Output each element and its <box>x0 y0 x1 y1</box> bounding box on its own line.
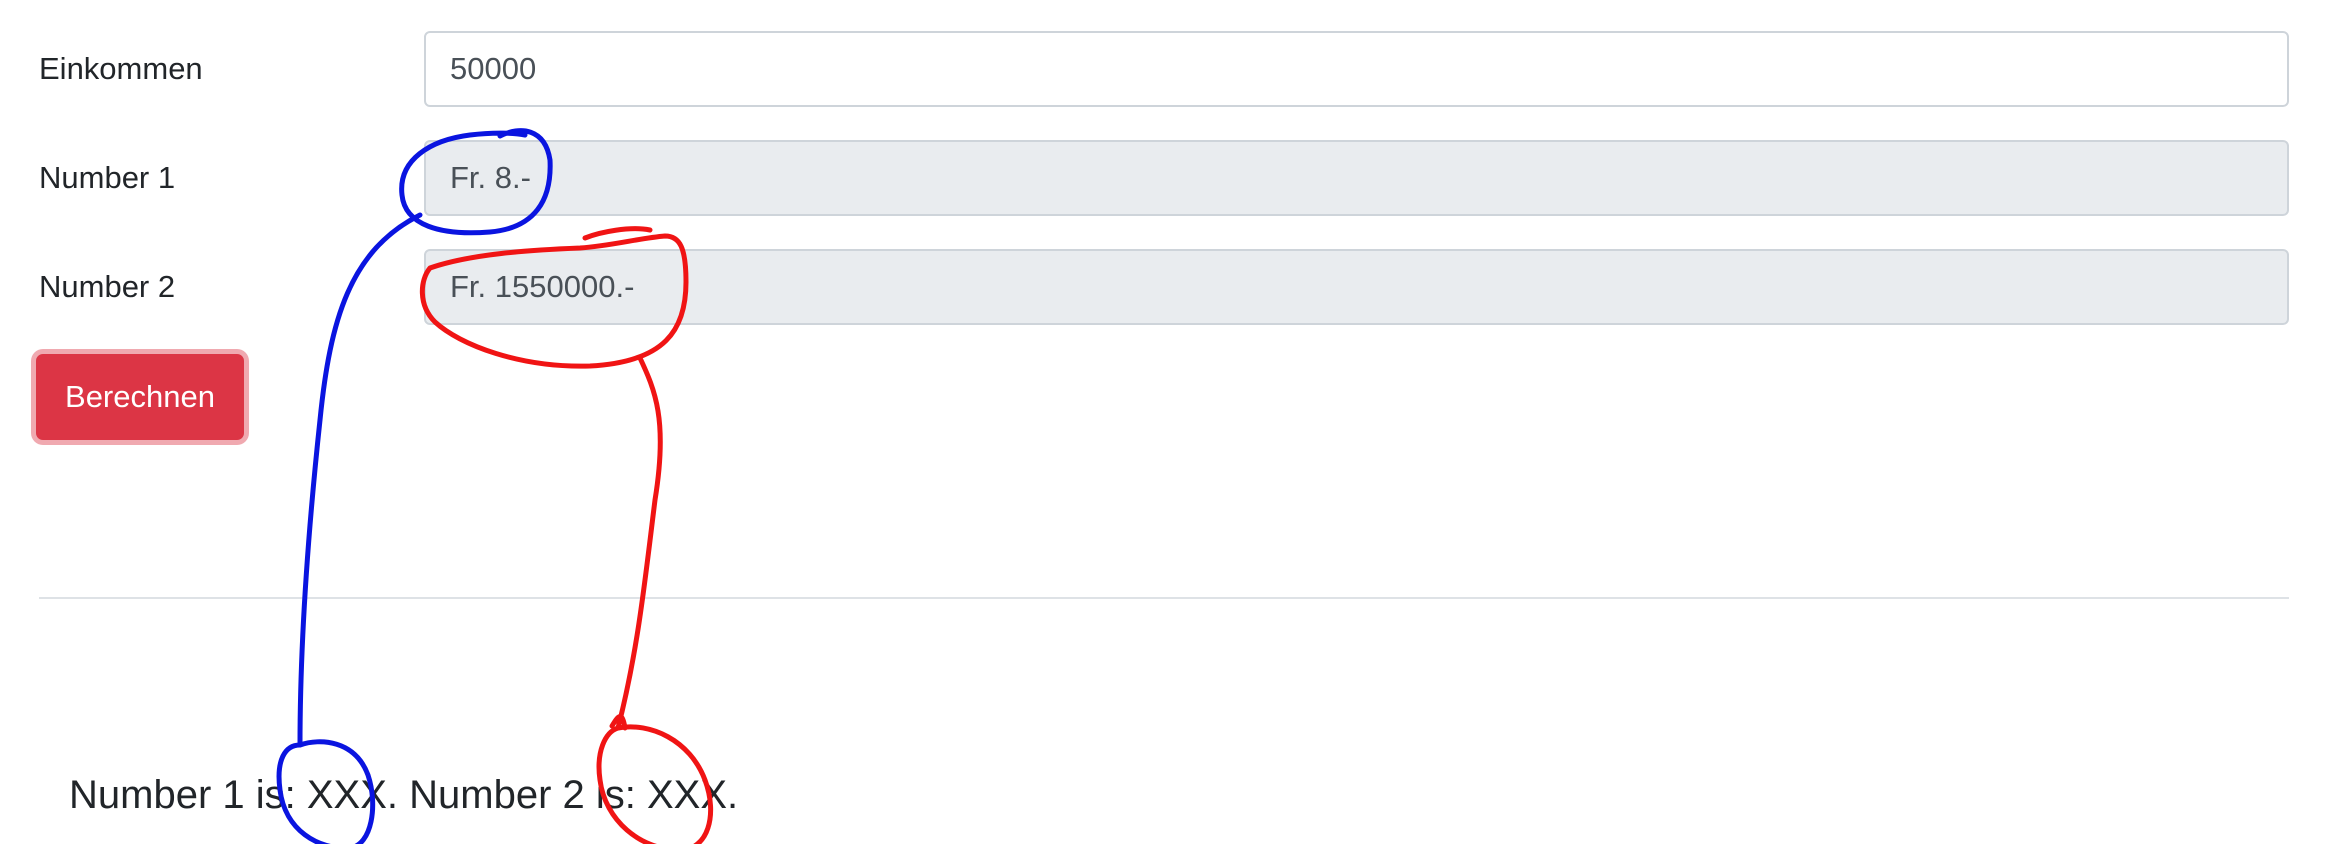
result-number2-prefix: Number 2 is: <box>398 773 647 817</box>
result-number2-value: XXX. <box>646 773 739 817</box>
number2-label: Number 2 <box>39 269 176 304</box>
income-label: Einkommen <box>39 51 203 86</box>
income-row: Einkommen <box>39 31 2289 107</box>
income-input[interactable] <box>424 31 2289 107</box>
number2-output <box>424 249 2289 325</box>
result-number1-value: XXX. <box>306 773 399 817</box>
calculate-button[interactable]: Berechnen <box>36 354 244 440</box>
number2-row: Number 2 <box>39 249 2289 325</box>
number1-output <box>424 140 2289 216</box>
result-number1-prefix: Number 1 is: <box>69 773 307 817</box>
hand-drawn-annotations <box>276 128 714 844</box>
number1-row: Number 1 <box>39 140 2289 216</box>
red-connector-line <box>609 355 663 731</box>
divider <box>39 597 2289 599</box>
number1-label: Number 1 <box>39 160 176 195</box>
result-text: Number 1 is: XXX. Number 2 is: XXX. <box>69 760 738 830</box>
